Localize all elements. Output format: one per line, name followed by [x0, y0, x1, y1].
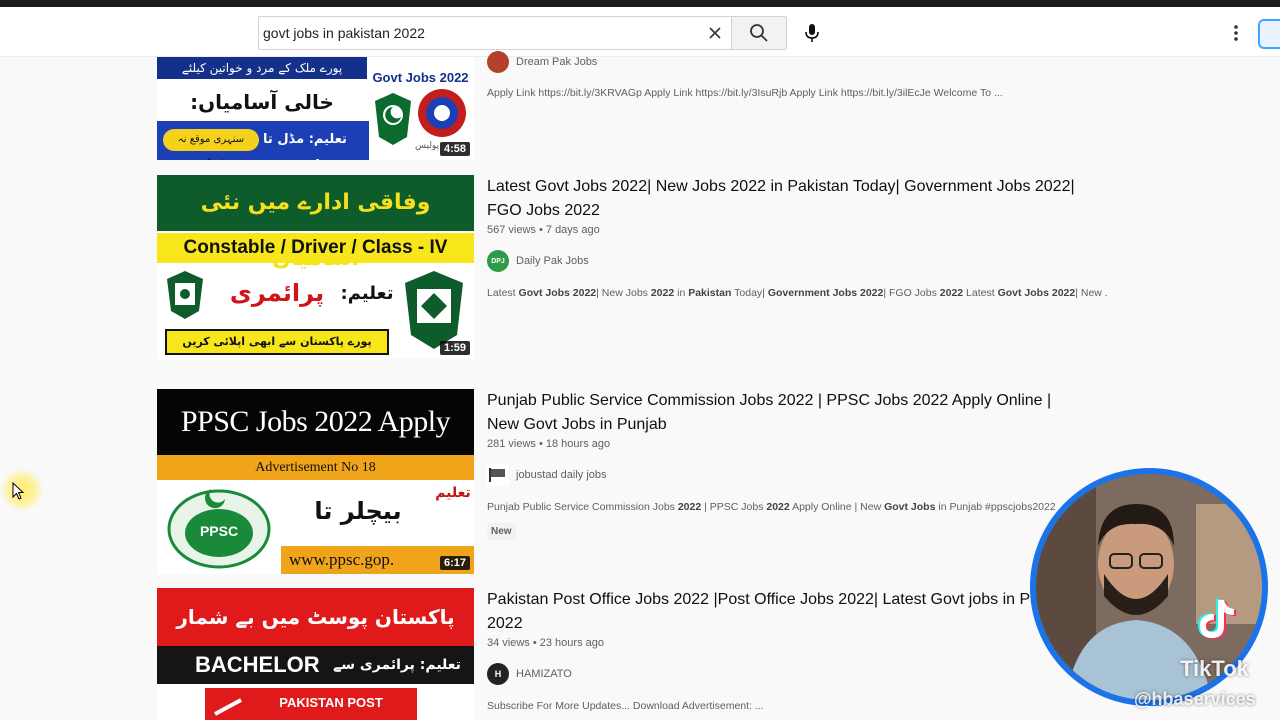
channel-link[interactable]: DPJ Daily Pak Jobs	[487, 250, 589, 272]
channel-name: Daily Pak Jobs	[516, 255, 589, 267]
thumb-text: بیچلر تا ماسٹر	[314, 497, 402, 574]
tiktok-watermark: TikTok	[1180, 656, 1249, 681]
video-thumbnail[interactable]: وفاقی ادارے میں نئی اسامیاں Constable / …	[157, 175, 474, 359]
channel-avatar: H	[487, 663, 509, 685]
video-duration: 1:59	[439, 341, 470, 355]
thumb-text: Constable / Driver / Class - IV	[157, 233, 474, 263]
thumb-banner: وفاقی ادارے میں نئی اسامیاں	[157, 175, 474, 271]
thumb-text: پولیس	[415, 141, 440, 151]
channel-avatar: DPJ	[487, 250, 509, 272]
video-description: Latest Govt Jobs 2022| New Jobs 2022 in …	[487, 287, 1107, 299]
thumb-text: پورے پاکستان سے ابھی اپلائی کریں	[165, 329, 389, 355]
channel-link[interactable]: H HAMIZATO	[487, 663, 572, 685]
view-count: 281 views	[487, 438, 536, 450]
search-box[interactable]	[258, 16, 731, 50]
channel-name: Dream Pak Jobs	[516, 56, 598, 68]
pakistan-emblem-icon	[167, 271, 203, 319]
channel-name: HAMIZATO	[516, 668, 572, 680]
video-description: Subscribe For More Updates... Download A…	[487, 700, 764, 712]
thumb-text: تعلیم: پرائمری سے	[333, 657, 461, 673]
thumb-text: خالی آسامیاں: 14000+	[157, 85, 367, 148]
thumb-text: تعلیم	[435, 485, 471, 501]
thumb-text: پرائمری	[229, 279, 325, 307]
new-badge: New	[487, 523, 516, 540]
upload-age: 7 days ago	[545, 224, 600, 236]
voice-search-button[interactable]	[797, 18, 827, 48]
thumb-text: BACHELOR	[195, 652, 320, 677]
channel-avatar	[487, 464, 509, 486]
thumb-text: Advertisement No 18	[157, 455, 474, 480]
mouse-pointer-icon	[12, 482, 24, 500]
video-thumbnail[interactable]: PPSC Jobs 2022 Apply Online Advertisemen…	[157, 389, 474, 574]
tiktok-handle: @hbaservices	[1134, 689, 1256, 709]
channel-link[interactable]: jobustad daily jobs	[487, 464, 607, 486]
thumb-text: تعلیم:	[340, 283, 394, 304]
police-badge-icon	[418, 89, 466, 137]
post-logo-icon	[214, 698, 242, 716]
thumb-banner: پاکستان پوسٹ میں بے شمار سرکاری بھرتیاں	[157, 588, 474, 687]
view-count: 34 views	[487, 637, 530, 649]
video-title-link[interactable]: Pakistan Post Office Jobs 2022 |Post Off…	[487, 588, 1047, 636]
video-meta: 567 views • 7 days ago	[487, 224, 600, 236]
video-description: Apply Link https://bit.ly/3KRVAGp Apply …	[487, 87, 1003, 99]
channel-avatar	[487, 51, 509, 73]
thumb-headline: PPSC Jobs 2022 Apply Online	[157, 389, 474, 504]
upload-age: 18 hours ago	[545, 438, 611, 450]
video-title-link[interactable]: Latest Govt Jobs 2022| New Jobs 2022 in …	[487, 175, 1087, 223]
thumb-text: PPSC	[199, 523, 239, 539]
thumb-text: پورے ملک کے مرد و خواتین کیلئے	[157, 57, 367, 79]
video-meta: 281 views • 18 hours ago	[487, 438, 611, 450]
account-avatar[interactable]	[1258, 19, 1280, 49]
search-input[interactable]	[263, 17, 693, 49]
youtube-header	[0, 7, 1280, 57]
pakistan-emblem-icon	[405, 271, 463, 349]
pakistan-emblem-icon	[375, 93, 411, 145]
video-title-link[interactable]: Punjab Public Service Commission Jobs 20…	[487, 389, 1087, 437]
close-icon	[709, 27, 721, 39]
search-icon	[750, 24, 768, 42]
channel-link[interactable]: Dream Pak Jobs	[487, 51, 597, 73]
clear-search-button[interactable]	[700, 16, 730, 50]
flag-icon	[489, 468, 505, 482]
thumb-text: تعلیم: مڈل تا ماسٹرز	[263, 132, 347, 160]
thumb-tag: سنہری موقع نہ چھوڑیں	[163, 129, 259, 160]
tiktok-logo-icon	[1198, 599, 1236, 639]
microphone-icon	[805, 24, 819, 42]
view-count: 567 views	[487, 224, 536, 236]
video-duration: 6:17	[439, 556, 470, 570]
video-description: Punjab Public Service Commission Jobs 20…	[487, 501, 1067, 513]
more-vert-icon	[1234, 25, 1238, 41]
channel-name: jobustad daily jobs	[516, 469, 607, 481]
upload-age: 23 hours ago	[539, 637, 604, 649]
video-thumbnail[interactable]: پاکستان پوسٹ میں بے شمار سرکاری بھرتیاں …	[157, 588, 474, 720]
video-meta: 34 views • 23 hours ago	[487, 637, 604, 649]
thumb-text: Govt Jobs 2022	[367, 57, 474, 87]
more-options-button[interactable]	[1224, 18, 1248, 48]
search-button[interactable]	[731, 16, 787, 50]
browser-top-strip	[0, 0, 1280, 7]
video-thumbnail[interactable]: پورے ملک کے مرد و خواتین کیلئے Govt Jobs…	[157, 57, 474, 160]
video-duration: 4:58	[439, 142, 470, 156]
